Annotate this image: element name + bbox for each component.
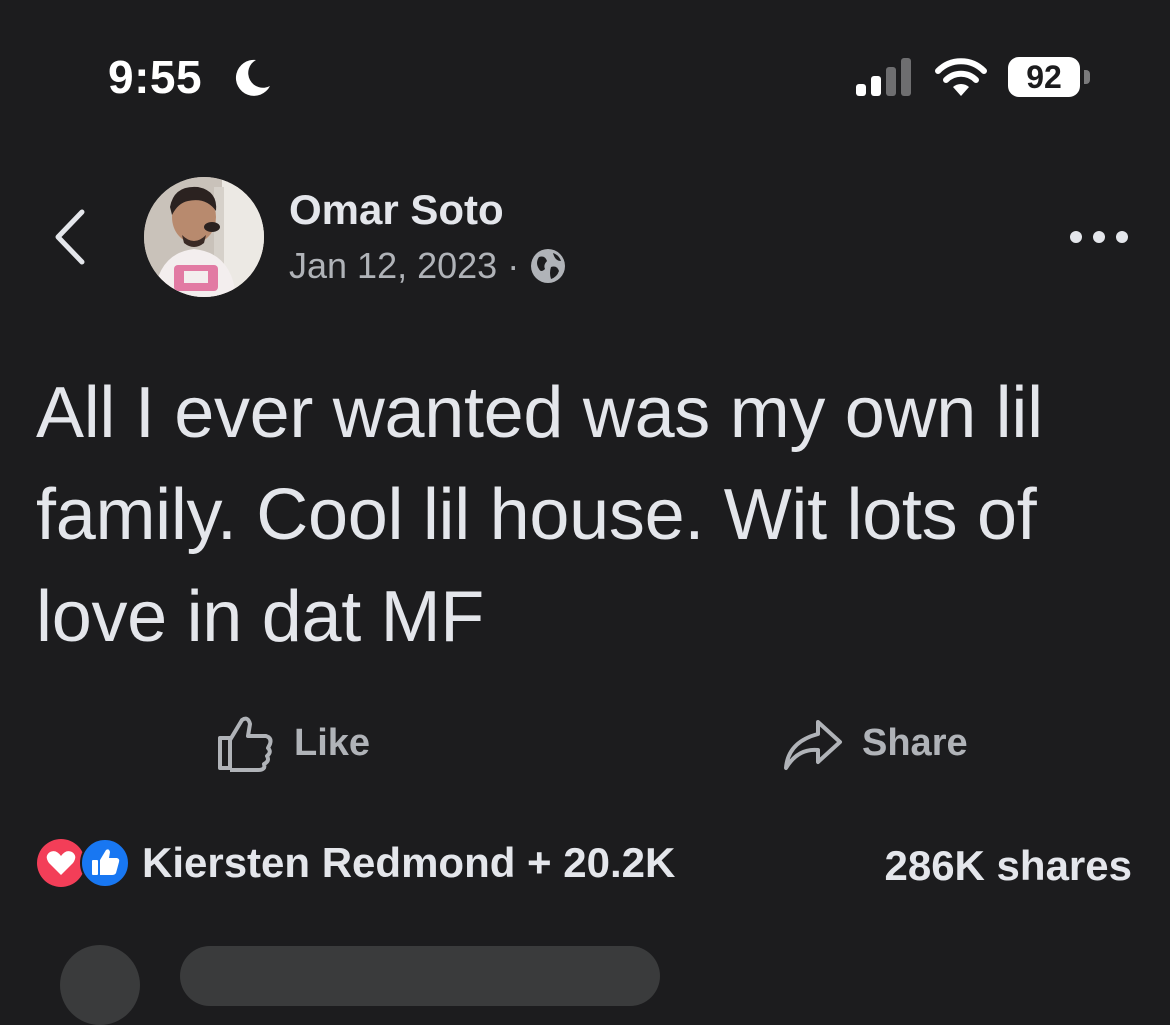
moon-icon [235, 59, 270, 96]
comment-avatar [60, 945, 140, 1025]
share-button[interactable]: Share [782, 710, 968, 776]
like-label: Like [294, 721, 371, 764]
share-arrow-icon [784, 720, 842, 770]
signal-icon [856, 58, 911, 96]
reaction-count: Kiersten Redmond + 20.2K [142, 839, 676, 886]
battery-nub [1084, 70, 1090, 84]
avatar-photo [144, 177, 264, 297]
post-date[interactable]: Jan 12, 2023 [289, 245, 497, 287]
back-chevron-icon[interactable] [48, 206, 92, 268]
wifi-icon [935, 58, 987, 96]
more-options-icon[interactable] [1068, 224, 1130, 250]
author-avatar[interactable] [144, 177, 264, 297]
shares-count[interactable]: 286K shares [884, 842, 1132, 890]
like-button[interactable]: Like [214, 710, 370, 776]
battery-level: 92 [1008, 57, 1080, 97]
post-meta: Jan 12, 2023 · [289, 245, 567, 287]
meta-separator: · [507, 245, 520, 286]
reaction-summary[interactable]: Kiersten Redmond + 20.2K [36, 838, 675, 888]
post-text: All I ever wanted was my own lil family.… [36, 373, 1043, 657]
status-time: 9:55 [108, 51, 203, 103]
like-reaction-icon [80, 838, 130, 888]
thumbs-up-icon [218, 716, 273, 772]
share-label: Share [862, 721, 968, 764]
author-name[interactable]: Omar Soto [289, 186, 504, 234]
globe-icon [531, 249, 566, 283]
battery-icon: 92 [1008, 57, 1092, 99]
comment-input[interactable] [180, 946, 660, 1006]
love-reaction-icon [37, 839, 85, 887]
